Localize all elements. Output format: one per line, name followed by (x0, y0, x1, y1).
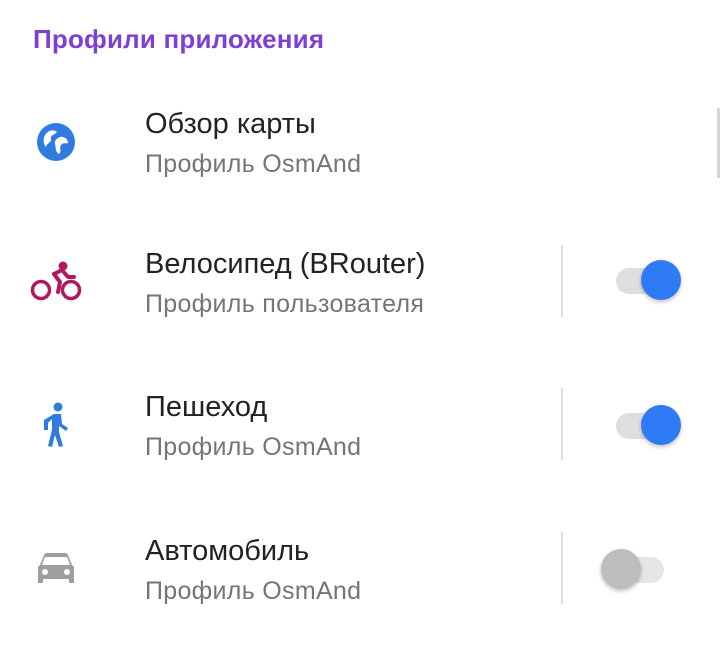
profile-type: Профиль OsmAnd (145, 150, 362, 178)
profile-name: Пешеход (145, 391, 268, 423)
profile-row-browse-map[interactable]: Обзор карты Профиль OsmAnd (0, 72, 720, 212)
row-divider (561, 245, 563, 317)
profile-type: Профиль OsmAnd (145, 577, 362, 605)
profile-type: Профиль пользователя (145, 290, 425, 318)
profile-row-bicycle-brouter[interactable]: Велосипед (BRouter) Профиль пользователя (0, 212, 720, 352)
profile-toggle-switch[interactable] (601, 545, 684, 593)
car-icon (28, 541, 84, 597)
switch-thumb (641, 405, 681, 445)
switch-thumb (601, 549, 641, 589)
profile-row-car[interactable]: Автомобиль Профиль OsmAnd (0, 499, 720, 639)
profile-toggle-switch[interactable] (604, 256, 684, 304)
switch-thumb (641, 260, 681, 300)
bicycle-icon (28, 252, 84, 308)
section-title: Профили приложения (33, 24, 325, 54)
profile-name: Обзор карты (145, 108, 316, 140)
profile-type: Профиль OsmAnd (145, 433, 362, 461)
profile-row-pedestrian[interactable]: Пешеход Профиль OsmAnd (0, 355, 720, 495)
profile-toggle-switch[interactable] (604, 401, 684, 449)
pedestrian-icon (28, 397, 84, 453)
profile-name: Автомобиль (145, 535, 310, 567)
row-divider (561, 388, 563, 460)
row-divider (561, 532, 563, 604)
app-profiles-screen: Профили приложения Обзор карты Профиль O… (0, 0, 720, 645)
profile-name: Велосипед (BRouter) (145, 248, 426, 280)
globe-icon (28, 114, 84, 170)
